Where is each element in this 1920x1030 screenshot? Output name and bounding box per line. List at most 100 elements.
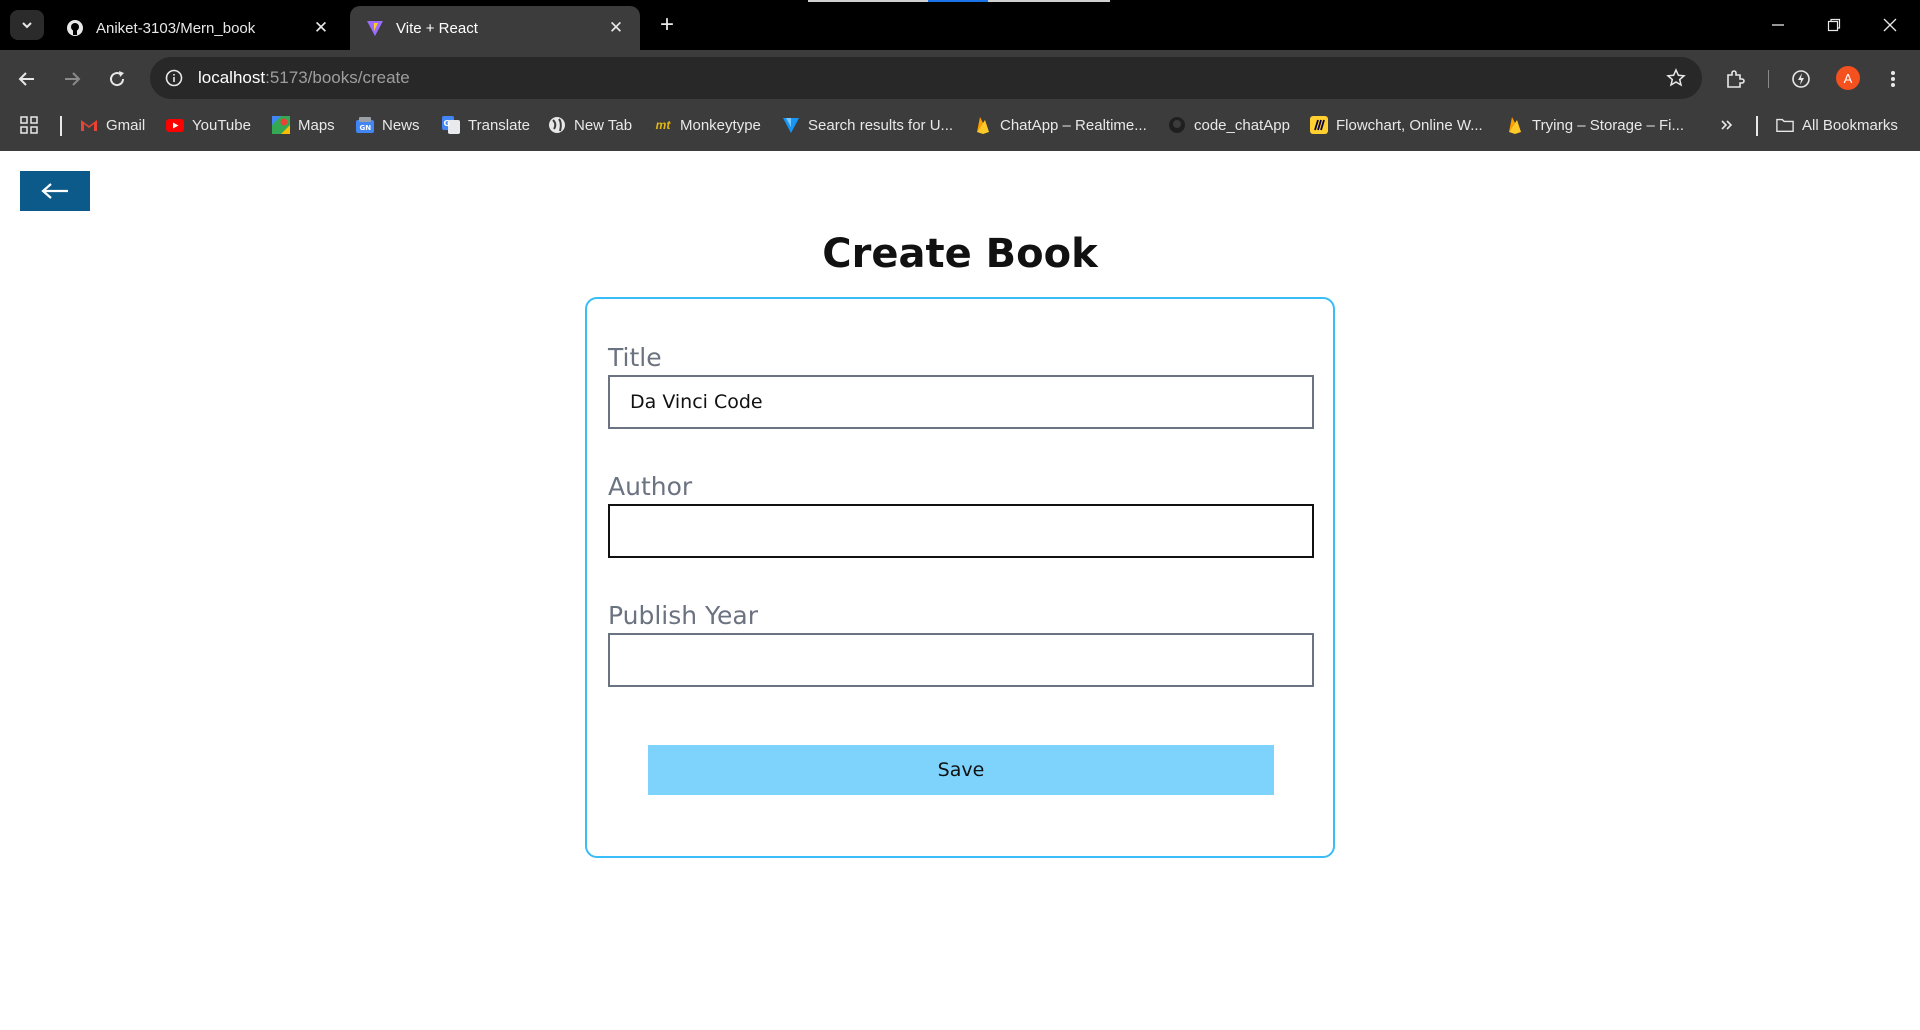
page-content: Create Book Title Author Publish Year Sa… [0,151,1920,1030]
more-vertical-icon [1891,71,1895,87]
tab-search-button[interactable] [10,10,44,40]
github-icon [66,19,84,37]
arrow-right-icon [65,72,81,86]
title-label: Title [608,343,662,372]
bookmark-label: Search results for U... [808,116,954,134]
bookmark-label: YouTube [192,116,251,134]
bookmark-label: Trying – Storage – Fi... [1532,116,1685,134]
forward-nav-button[interactable] [55,62,89,96]
toolbar-divider [1768,70,1769,88]
gauge-icon [1792,70,1810,88]
bookmark-maps[interactable]: Maps [272,108,335,142]
performance-button[interactable] [1784,62,1818,96]
globe-icon [548,116,566,134]
bookmark-label: ChatApp – Realtime... [1000,116,1147,134]
bookmark-label: Maps [298,116,335,134]
loading-indicator [808,0,1110,2]
extensions-button[interactable] [1718,62,1752,96]
bookmark-gmail[interactable]: Gmail [80,108,145,142]
bookmark-news[interactable]: GN News [356,108,420,142]
news-icon: GN [356,116,374,134]
maps-icon [272,116,290,134]
svg-text:G: G [444,119,451,128]
back-nav-button[interactable] [10,62,44,96]
tab-title: Aniket-3103/Mern_book [96,19,256,37]
bookmark-translate[interactable]: G Translate [442,108,530,142]
restore-button[interactable] [1806,0,1862,50]
tab-github[interactable]: Aniket-3103/Mern_book ✕ [50,6,345,50]
bookmark-chatapp[interactable]: ChatApp – Realtime... [974,108,1147,142]
url-host: localhost [198,68,266,87]
reload-icon [110,71,125,87]
bookmark-new-tab[interactable]: New Tab [548,108,632,142]
save-button[interactable]: Save [648,745,1274,795]
arrow-left-icon [41,183,68,199]
folder-icon [1776,116,1794,134]
close-icon [1883,18,1897,32]
reload-button[interactable] [100,62,134,96]
site-info-icon[interactable] [156,60,192,96]
bookmark-monkeytype[interactable]: mt Monkeytype [654,108,761,142]
all-bookmarks-label: All Bookmarks [1802,116,1898,134]
browser-menu-button[interactable] [1876,62,1910,96]
arrow-left-icon [18,72,34,86]
publish-year-label: Publish Year [608,601,758,630]
minimize-icon [1772,24,1784,26]
profile-avatar[interactable]: A [1836,66,1860,90]
back-button[interactable] [20,171,90,211]
apps-button[interactable] [20,108,46,142]
address-bar[interactable]: localhost:5173/books/create [150,57,1702,99]
github-icon [1168,116,1186,134]
browser-toolbar: localhost:5173/books/create [0,50,1920,108]
chevron-double-right-icon [1718,116,1736,134]
bookmark-label: Monkeytype [680,116,761,134]
close-tab-icon[interactable]: ✕ [311,18,331,38]
puzzle-icon [1727,70,1745,88]
tab-title: Vite + React [396,19,478,37]
bookmark-label: code_chatApp [1194,116,1290,134]
bookmarks-divider [1756,116,1758,136]
page-title: Create Book [822,231,1098,277]
bookmark-trying-storage[interactable]: Trying – Storage – Fi... [1506,108,1684,142]
all-bookmarks-button[interactable]: All Bookmarks [1776,108,1898,142]
url-path: :5173/books/create [265,68,410,87]
tab-vite-react[interactable]: Vite + React ✕ [350,6,640,50]
bookmark-code-chatapp[interactable]: code_chatApp [1168,108,1290,142]
monkeytype-icon: mt [655,118,671,132]
bookmark-youtube[interactable]: YouTube [166,108,251,142]
bookmark-flowchart[interactable]: Flowchart, Online W... [1310,108,1483,142]
apps-grid-icon [20,116,38,134]
vite-icon [366,19,384,37]
url-text: localhost:5173/books/create [198,68,410,88]
youtube-icon [166,116,184,134]
tab-strip: Aniket-3103/Mern_book ✕ Vite + React ✕ + [0,0,1920,50]
bookmark-label: Translate [468,116,530,134]
bookmark-label: News [382,116,420,134]
create-book-form: Title Author Publish Year Save [585,297,1335,858]
bookmark-label: Gmail [106,116,146,134]
restore-icon [1827,18,1841,32]
close-tab-icon[interactable]: ✕ [606,18,626,38]
firebase-icon [974,116,992,134]
more-bookmarks-button[interactable] [1718,108,1744,142]
bookmark-search-results[interactable]: Search results for U... [782,108,953,142]
vuetify-icon [782,116,800,134]
close-window-button[interactable] [1862,0,1918,50]
chevron-down-icon [22,22,32,29]
new-tab-button[interactable]: + [652,10,682,40]
bookmark-label: New Tab [574,116,633,134]
author-label: Author [608,472,693,501]
minimize-button[interactable] [1750,0,1806,50]
author-input[interactable] [608,504,1314,558]
publish-year-input[interactable] [608,633,1314,687]
miro-icon [1310,116,1328,134]
firebase-icon [1506,116,1524,134]
bookmarks-bar: Gmail YouTube Maps GN News G Translate N… [0,108,1920,151]
bookmark-star-icon[interactable] [1664,66,1688,90]
svg-text:GN: GN [360,124,372,132]
translate-icon: G [442,116,460,134]
bookmarks-divider [60,116,62,136]
bookmark-label: Flowchart, Online W... [1336,116,1483,134]
title-input[interactable] [608,375,1314,429]
gmail-icon [80,116,98,134]
